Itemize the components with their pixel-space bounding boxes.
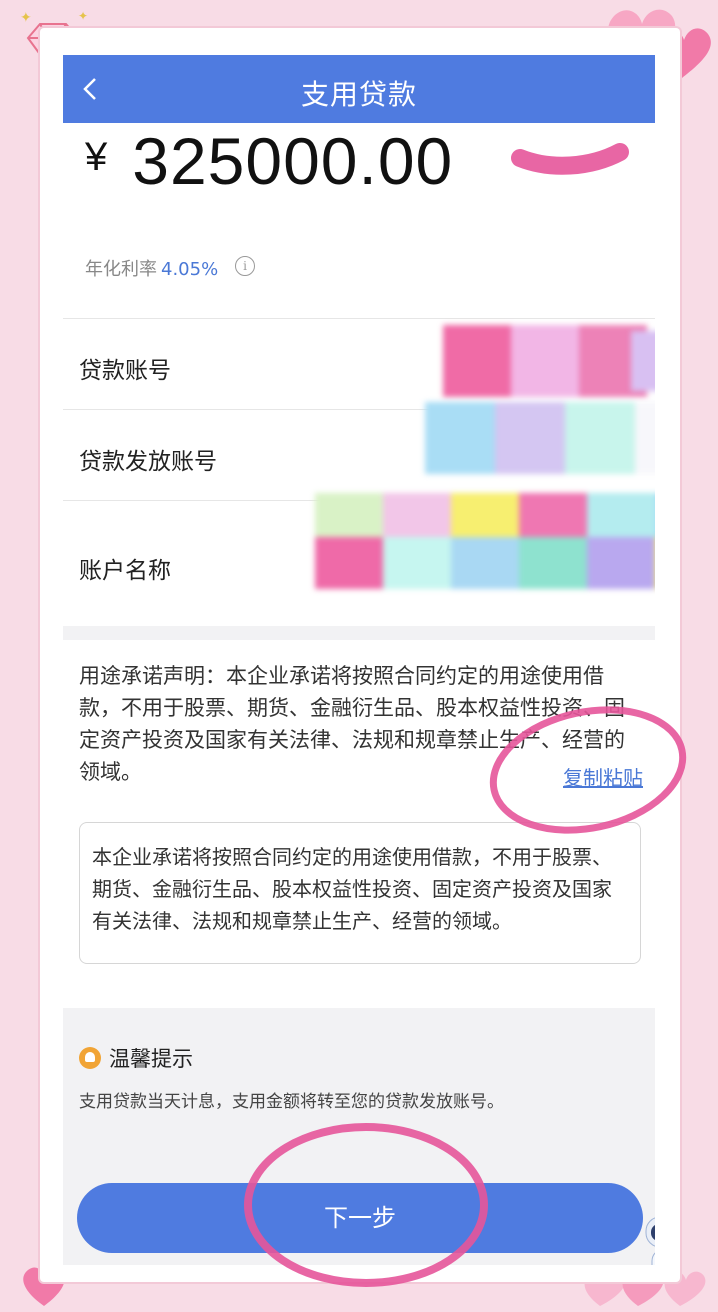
- next-step-button[interactable]: 下一步: [77, 1183, 643, 1253]
- rate-label: 年化利率: [85, 259, 157, 280]
- disbursement-account-row: 贷款发放账号: [63, 402, 655, 500]
- page-title: 支用贷款: [300, 78, 417, 111]
- loan-amount: ¥325000.00: [85, 123, 453, 199]
- loan-account-row: 贷款账号: [63, 318, 655, 409]
- redacted-mosaic: [425, 402, 655, 474]
- svg-text:✦: ✦: [78, 10, 88, 23]
- statement-card: 用途承诺声明：本企业承诺将按照合同约定的用途使用借款，不用于股票、期货、金融衍生…: [63, 640, 655, 1008]
- tips-title-text: 温馨提示: [109, 1047, 193, 1071]
- redacted-mosaic: [315, 493, 655, 589]
- interest-rate: 年化利率 4.05%: [85, 255, 218, 281]
- row-label: 贷款发放账号: [79, 449, 217, 475]
- amount-value: 325000.00: [132, 124, 454, 198]
- currency-symbol: ¥: [85, 135, 109, 179]
- tips-title: 温馨提示: [79, 1043, 649, 1073]
- robot-assistant-icon[interactable]: c: [636, 1205, 655, 1265]
- account-rows: 贷款账号 贷款发放账号 账户名称: [63, 318, 655, 626]
- app-screen: 支用贷款 ¥325000.00 年化利率4.05% i 贷款账号 贷款发放账号: [63, 55, 655, 1265]
- bell-icon: [79, 1047, 101, 1069]
- row-label: 账户名称: [79, 558, 171, 584]
- tips-section: 温馨提示 支用贷款当天计息，支用金额将转至您的贷款发放账号。: [79, 1043, 649, 1112]
- amount-card: ¥325000.00 年化利率 4.05% i: [63, 123, 655, 318]
- statement-input[interactable]: 本企业承诺将按照合同约定的用途使用借款，不用于股票、期货、金融衍生品、股本权益性…: [79, 822, 641, 964]
- tips-text: 支用贷款当天计息，支用金额将转至您的贷款发放账号。: [79, 1092, 504, 1112]
- nav-header: 支用贷款: [63, 55, 655, 123]
- redacted-mosaic: [443, 325, 647, 397]
- svg-text:✦: ✦: [20, 10, 32, 26]
- row-label: 贷款账号: [79, 358, 171, 384]
- redacted-mosaic: [631, 331, 655, 391]
- usage-statement: 用途承诺声明：本企业承诺将按照合同约定的用途使用借款，不用于股票、期货、金融衍生…: [79, 664, 625, 784]
- info-icon[interactable]: i: [235, 256, 255, 276]
- account-name-row: 账户名称: [63, 493, 655, 626]
- copy-paste-link[interactable]: 复制粘贴: [563, 762, 643, 791]
- rate-value: 4.05%: [161, 259, 219, 280]
